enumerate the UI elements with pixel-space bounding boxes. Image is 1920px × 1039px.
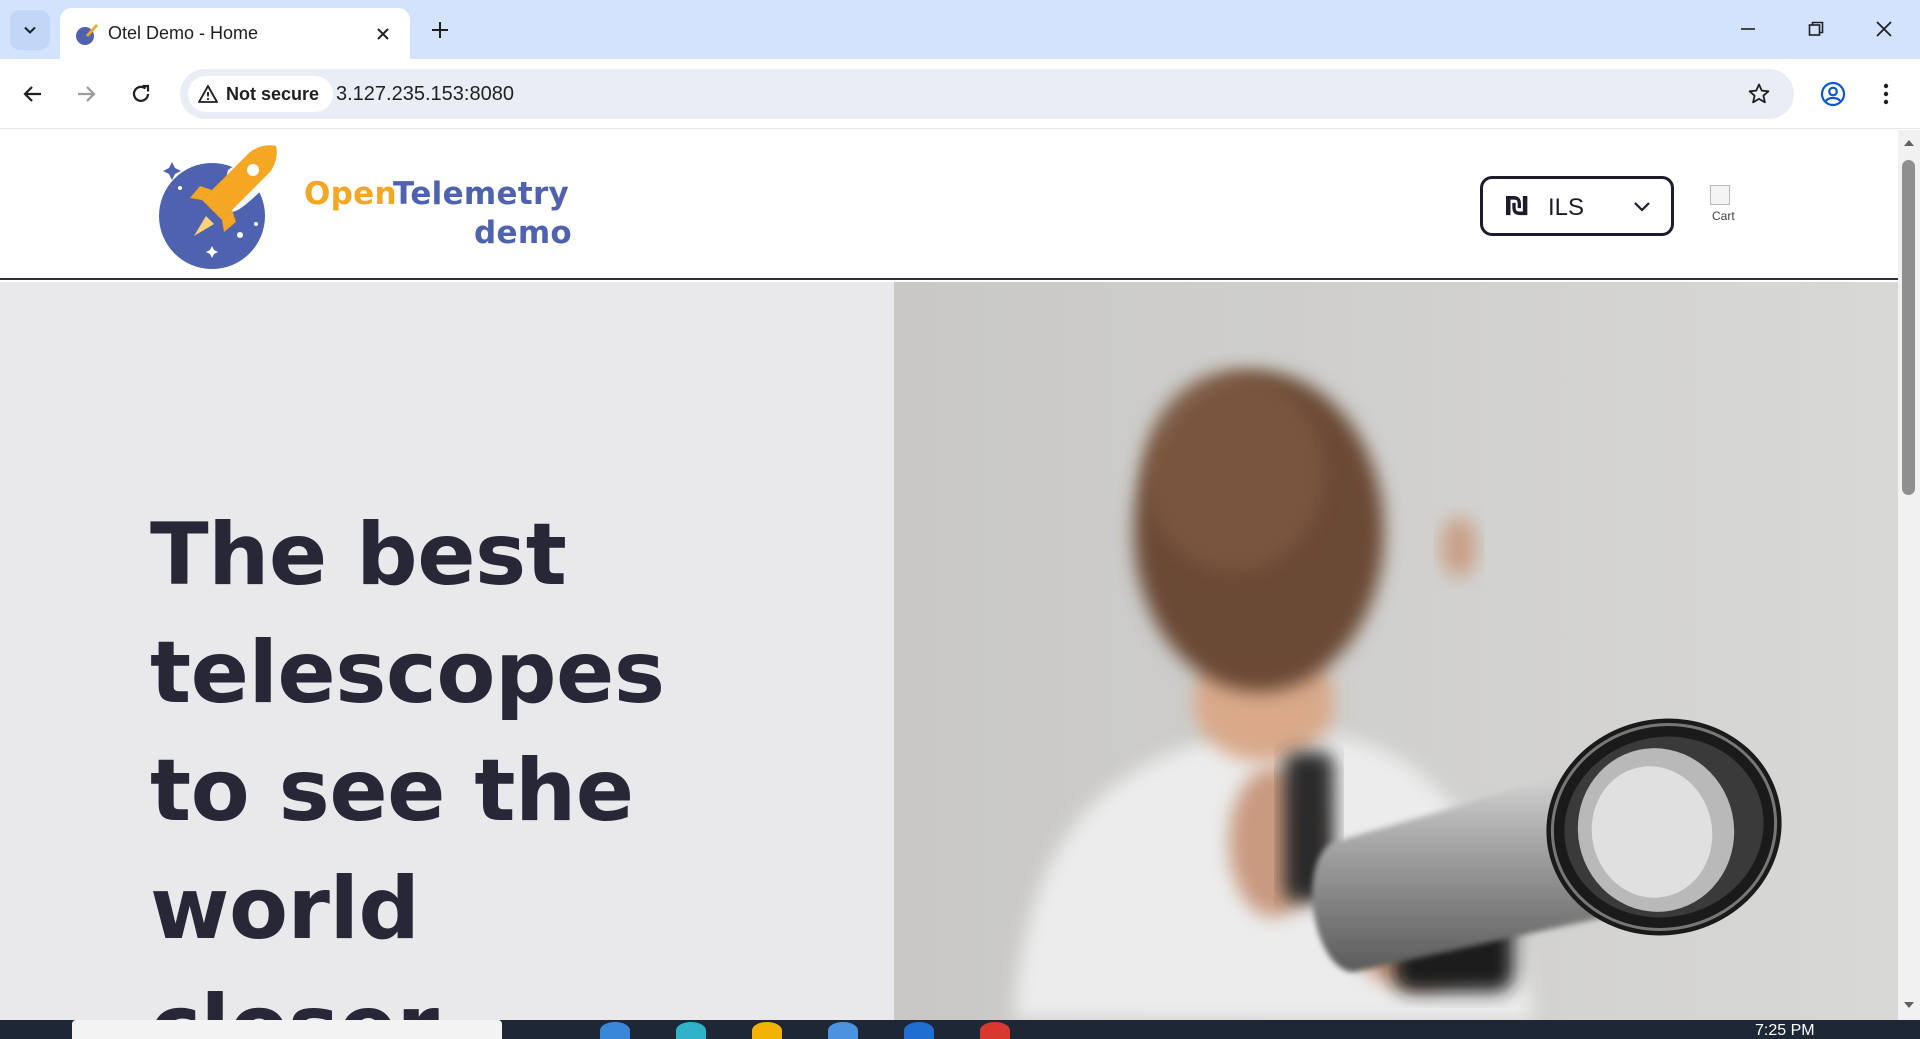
plus-icon <box>432 22 448 38</box>
browser-window: Otel Demo - Home Not secure 3.127.235.15… <box>0 0 1920 1039</box>
page-viewport: Open Telemetry demo ₪ ILS Cart The best … <box>0 130 1898 1020</box>
back-button[interactable] <box>13 74 53 114</box>
reload-button[interactable] <box>121 74 161 114</box>
child-with-telescope-illustration <box>894 282 1898 1020</box>
more-vertical-icon <box>1883 83 1889 105</box>
window-close-button[interactable] <box>1856 8 1912 50</box>
taskbar-app-icon[interactable] <box>752 1022 782 1039</box>
restore-icon <box>1808 21 1824 36</box>
currency-symbol: ₪ <box>1505 192 1529 222</box>
tab-title: Otel Demo - Home <box>108 23 259 43</box>
minimize-button[interactable] <box>1720 8 1776 50</box>
active-tab[interactable]: Otel Demo - Home <box>60 8 410 59</box>
currency-code: ILS <box>1548 194 1585 221</box>
taskbar-app-icon[interactable] <box>980 1022 1010 1039</box>
restore-button[interactable] <box>1788 8 1844 50</box>
address-bar[interactable]: Not secure 3.127.235.153:8080 <box>180 69 1794 119</box>
chevron-down-icon <box>1634 202 1650 212</box>
security-chip[interactable]: Not secure <box>188 76 334 112</box>
hero-title-line: world <box>150 859 420 959</box>
logo-telemetry-text: Telemetry <box>393 176 570 212</box>
close-icon <box>1876 21 1892 37</box>
hero-banner: The best telescopes to see the world clo… <box>0 282 1898 1020</box>
hero-title-line: to see the <box>150 741 634 841</box>
logo-demo-text: demo <box>474 215 573 251</box>
tab-close-button[interactable] <box>370 21 396 47</box>
otel-favicon-icon <box>76 24 98 45</box>
url-text[interactable]: 3.127.235.153:8080 <box>336 81 514 107</box>
hero-title-line: closer <box>150 968 850 1020</box>
arrow-left-icon <box>23 86 41 102</box>
tab-search-button[interactable] <box>10 10 50 50</box>
profile-button[interactable] <box>1813 74 1853 114</box>
hero-text-panel: The best telescopes to see the world clo… <box>0 282 894 1020</box>
scrollbar-thumb[interactable] <box>1902 160 1915 495</box>
site-header: Open Telemetry demo ₪ ILS Cart <box>0 130 1898 280</box>
bookmark-button[interactable] <box>1742 77 1776 111</box>
taskbar-search[interactable] <box>72 1020 502 1039</box>
security-label: Not secure <box>226 83 320 104</box>
hero-title: The best telescopes to see the world clo… <box>150 496 850 1020</box>
close-icon <box>377 28 389 40</box>
currency-select[interactable]: ₪ ILS <box>1480 176 1674 236</box>
chevron-down-icon <box>24 26 36 34</box>
forward-button[interactable] <box>66 74 106 114</box>
browser-toolbar: Not secure 3.127.235.153:8080 <box>0 59 1920 129</box>
hero-title-line: The best <box>150 505 567 605</box>
cart-button[interactable]: Cart <box>1710 185 1750 221</box>
page-scrollbar[interactable] <box>1898 130 1920 1020</box>
taskbar-clock[interactable]: 7:25 PM <box>1755 1022 1815 1039</box>
site-logo[interactable]: Open Telemetry demo <box>150 140 573 270</box>
taskbar-app-icon[interactable] <box>676 1022 706 1039</box>
taskbar-app-icon[interactable] <box>828 1022 858 1039</box>
account-icon <box>1820 81 1846 107</box>
scroll-up-icon[interactable] <box>1902 136 1916 150</box>
cart-alt-text: Cart <box>1712 209 1735 221</box>
broken-image-icon <box>1710 185 1730 205</box>
warning-icon <box>198 85 218 103</box>
scroll-down-icon[interactable] <box>1902 998 1916 1012</box>
arrow-right-icon <box>78 86 96 102</box>
tab-strip: Otel Demo - Home <box>0 0 1920 59</box>
hero-title-line: telescopes <box>150 623 665 723</box>
rocket-logo-icon <box>159 145 277 269</box>
logo-open-text: Open <box>304 176 397 212</box>
minimize-icon <box>1741 28 1755 30</box>
taskbar-app-icon[interactable] <box>600 1022 630 1039</box>
taskbar-app-icon[interactable] <box>904 1022 934 1039</box>
hero-image <box>894 282 1898 1020</box>
star-icon <box>1748 83 1770 104</box>
new-tab-button[interactable] <box>422 12 458 48</box>
reload-icon <box>132 84 150 102</box>
os-taskbar: 7:25 PM <box>0 1020 1920 1039</box>
browser-menu-button[interactable] <box>1866 74 1906 114</box>
